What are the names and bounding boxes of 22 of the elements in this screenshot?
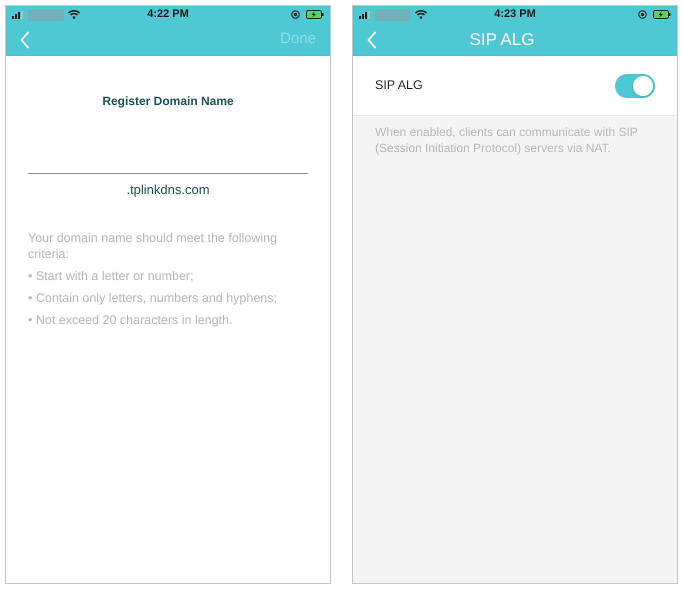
setting-label: SIP ALG — [375, 77, 423, 94]
wifi-icon — [415, 10, 427, 19]
signal-icon — [12, 10, 24, 18]
form-heading: Register Domain Name — [101, 93, 235, 110]
setting-description: When enabled, clients can communicate with SIP (Session Initiation Protocol) servers via NAT. — [374, 124, 639, 156]
criteria-intro: Your domain name should meet the following criteria: — [28, 230, 278, 262]
criteria-item: • Start with a letter or number; — [28, 268, 195, 284]
domain-suffix: .tplinkdns.com — [125, 181, 211, 199]
battery-icon — [306, 10, 324, 19]
signal-icon — [359, 10, 371, 18]
toggle-switch[interactable] — [615, 74, 655, 98]
criteria-item: • Contain only letters, numbers and hyphens; — [28, 290, 278, 306]
criteria-item: • Not exceed 20 characters in length. — [28, 312, 234, 328]
battery-icon — [653, 10, 671, 19]
screen-title: SIP ALG — [470, 30, 534, 48]
status-time: 4:23 PM — [493, 7, 537, 22]
status-time: 4:22 PM — [146, 7, 190, 22]
redacted-block — [28, 8, 64, 20]
redacted-block — [375, 8, 411, 20]
back-icon — [367, 30, 377, 48]
back-icon — [20, 30, 30, 48]
wifi-icon — [68, 10, 80, 19]
